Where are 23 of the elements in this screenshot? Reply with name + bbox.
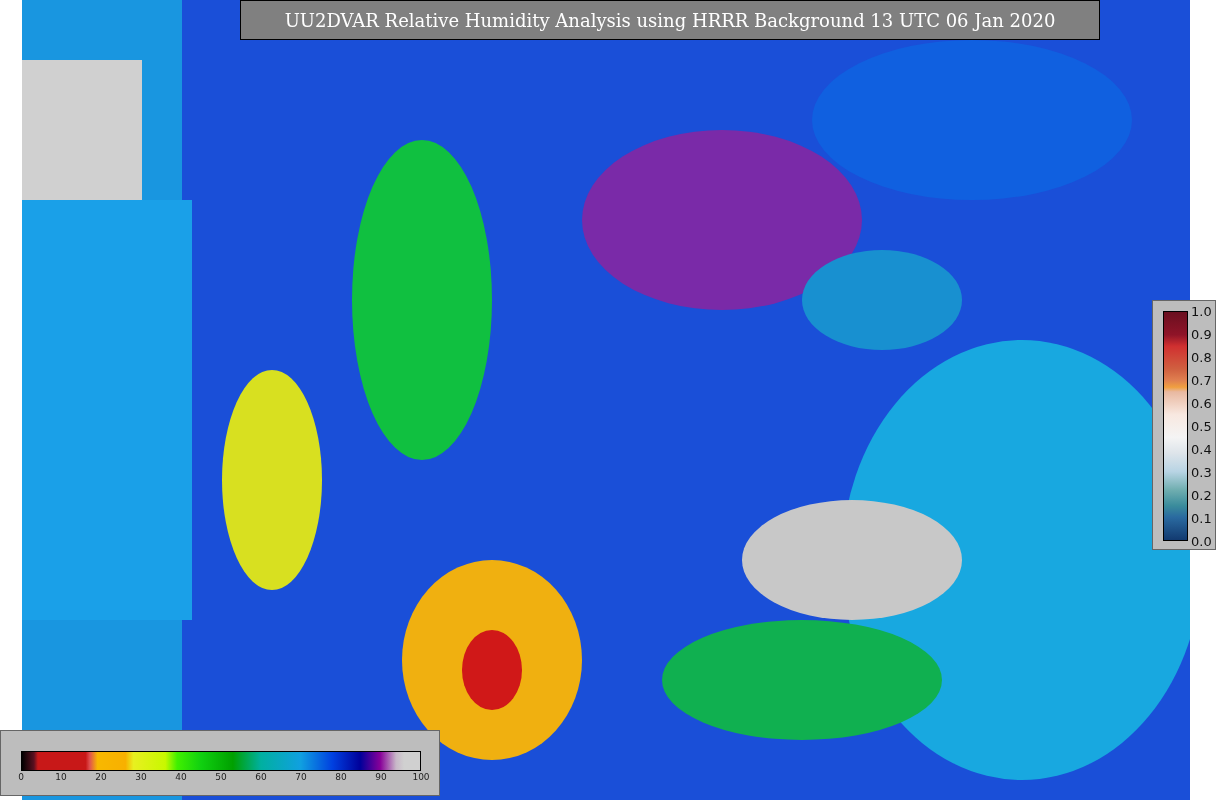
tick-label: 80 bbox=[335, 773, 347, 782]
tick-label: 90 bbox=[375, 773, 387, 782]
tick-label: 0.8 bbox=[1191, 350, 1212, 364]
tick-label: 70 bbox=[295, 773, 307, 782]
tick-label: 30 bbox=[135, 773, 147, 782]
tick-label: 10 bbox=[55, 773, 67, 782]
tick-label: 0.5 bbox=[1191, 419, 1212, 433]
chart-title: UU2DVAR Relative Humidity Analysis using HRRR Background 13 UTC 06 Jan 2020 bbox=[240, 0, 1100, 40]
tick-label: 0.0 bbox=[1191, 534, 1212, 548]
tick-label: 40 bbox=[175, 773, 187, 782]
tick-label: 0.3 bbox=[1191, 465, 1212, 479]
tick-label: 100 bbox=[412, 773, 430, 782]
tick-label: 0.1 bbox=[1191, 511, 1212, 525]
tick-label: 50 bbox=[215, 773, 227, 782]
tick-label: 0.2 bbox=[1191, 488, 1212, 502]
tick-label: 0.6 bbox=[1191, 396, 1212, 410]
tick-label: 60 bbox=[255, 773, 267, 782]
tick-label: 0 bbox=[18, 773, 24, 782]
tick-label: 20 bbox=[95, 773, 107, 782]
tick-label: 0.4 bbox=[1191, 442, 1212, 456]
tick-label: 0.9 bbox=[1191, 327, 1212, 341]
tick-label: 1.0 bbox=[1191, 304, 1212, 318]
tick-label: 0.7 bbox=[1191, 373, 1212, 387]
